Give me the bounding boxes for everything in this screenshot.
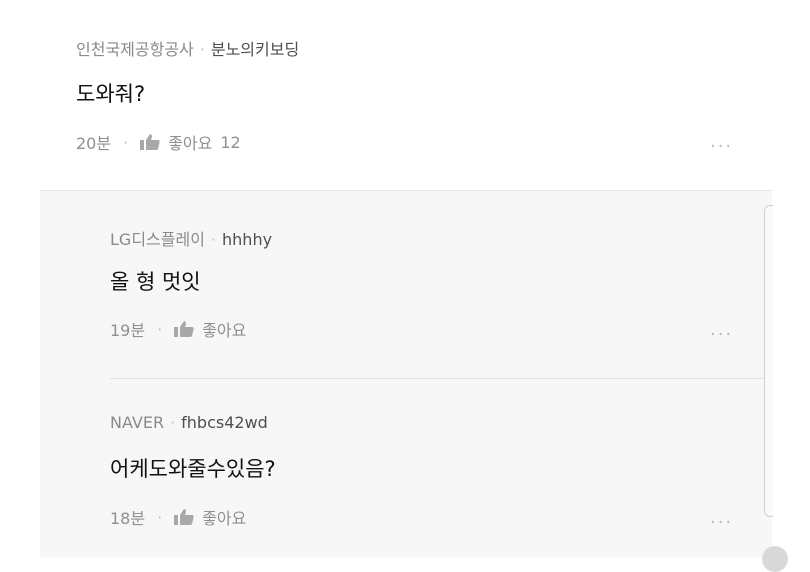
reply-author-line: LG디스플레이 · hhhhy (110, 226, 272, 250)
like-label: 좋아요 (202, 509, 247, 528)
separator-dot: · (199, 40, 205, 59)
separator-dot: · (170, 413, 176, 432)
like-button[interactable]: 좋아요 (174, 317, 246, 341)
divider (110, 378, 764, 379)
thumbs-up-icon (174, 509, 194, 525)
thumbs-up-icon (140, 134, 160, 150)
comment-time: 20분 (76, 134, 112, 153)
nickname-link[interactable]: 분노의키보딩 (211, 40, 299, 59)
reply-text: 올 형 멋잇 (110, 270, 201, 294)
scrollbar[interactable] (764, 205, 773, 517)
comment-author-line: 인천국제공항공사 · 분노의키보딩 (76, 36, 299, 60)
like-label: 좋아요 (202, 321, 247, 340)
nickname-link[interactable]: hhhhy (222, 230, 272, 249)
separator-dot: · (123, 132, 129, 152)
reply-meta: 18분 · 좋아요 (110, 505, 246, 529)
comment-item: 인천국제공항공사 · 분노의키보딩 도와줘? 20분 · 좋아요 12 ··· (0, 0, 810, 190)
separator-dot: · (210, 230, 217, 249)
separator-dot: · (157, 319, 163, 339)
like-count: 12 (220, 132, 241, 152)
like-button[interactable]: 좋아요 12 (140, 130, 241, 154)
reply-author-line: NAVER · fhbcs42wd (110, 413, 268, 432)
floating-button[interactable] (762, 546, 788, 572)
comment-meta: 20분 · 좋아요 12 (76, 130, 241, 154)
separator-dot: · (157, 507, 163, 527)
reply-meta: 19분 · 좋아요 (110, 317, 246, 341)
more-horizontal-icon[interactable]: ··· (710, 138, 733, 156)
like-label: 좋아요 (168, 134, 213, 153)
comment-text: 도와줘? (76, 82, 146, 106)
reply-time: 19분 (110, 321, 146, 340)
reply-time: 18분 (110, 509, 146, 528)
company-name: NAVER (110, 413, 165, 432)
like-button[interactable]: 좋아요 (174, 505, 246, 529)
company-name: LG디스플레이 (110, 230, 205, 249)
more-horizontal-icon[interactable]: ··· (710, 326, 733, 344)
thumbs-up-icon (174, 321, 194, 337)
reply-text: 어케도와줄수있음? (110, 457, 276, 481)
more-horizontal-icon[interactable]: ··· (710, 514, 733, 532)
company-name: 인천국제공항공사 (76, 40, 194, 59)
nickname-link[interactable]: fhbcs42wd (181, 413, 268, 432)
